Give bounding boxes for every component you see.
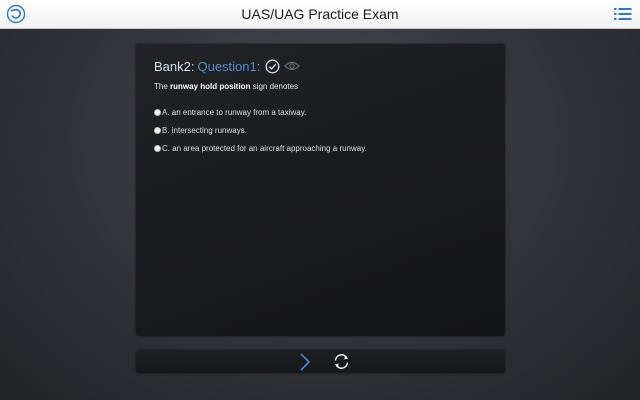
question-text-after: sign denotes xyxy=(250,82,299,91)
chevron-right-icon xyxy=(300,353,311,371)
reset-button[interactable] xyxy=(332,352,351,371)
app-title: UAS/UAG Practice Exam xyxy=(241,6,399,22)
menu-button[interactable] xyxy=(614,6,632,22)
question-number: Question1: xyxy=(197,58,261,74)
question-header: Bank2: Question1: xyxy=(154,56,301,76)
check-circle-icon[interactable] xyxy=(265,59,280,74)
option-label: B. intersecting runways. xyxy=(162,126,247,135)
option-label: A. an entrance to runway from a taxiway. xyxy=(162,108,307,117)
question-card: Bank2: Question1: The runway hold positi… xyxy=(136,44,505,336)
menu-list-icon xyxy=(614,8,632,20)
option-label: C. an area protected for an aircraft app… xyxy=(162,144,367,153)
question-text-before: The xyxy=(154,82,171,91)
question-text: The runway hold position sign denotes xyxy=(154,82,298,91)
top-bar: UAS/UAG Practice Exam xyxy=(0,0,640,29)
question-text-bold: runway hold position xyxy=(170,82,251,91)
option-c[interactable]: C. an area protected for an aircraft app… xyxy=(154,144,367,153)
bottom-bar xyxy=(136,350,505,373)
eye-icon[interactable] xyxy=(284,60,301,72)
option-a[interactable]: A. an entrance to runway from a taxiway. xyxy=(154,108,306,117)
radio-button[interactable] xyxy=(154,109,161,116)
radio-button[interactable] xyxy=(154,145,161,152)
bank-label: Bank2: xyxy=(154,58,195,74)
next-button[interactable] xyxy=(299,353,311,371)
option-b[interactable]: B. intersecting runways. xyxy=(154,126,247,135)
radio-button[interactable] xyxy=(154,127,161,134)
refresh-arrows-icon xyxy=(334,354,349,369)
